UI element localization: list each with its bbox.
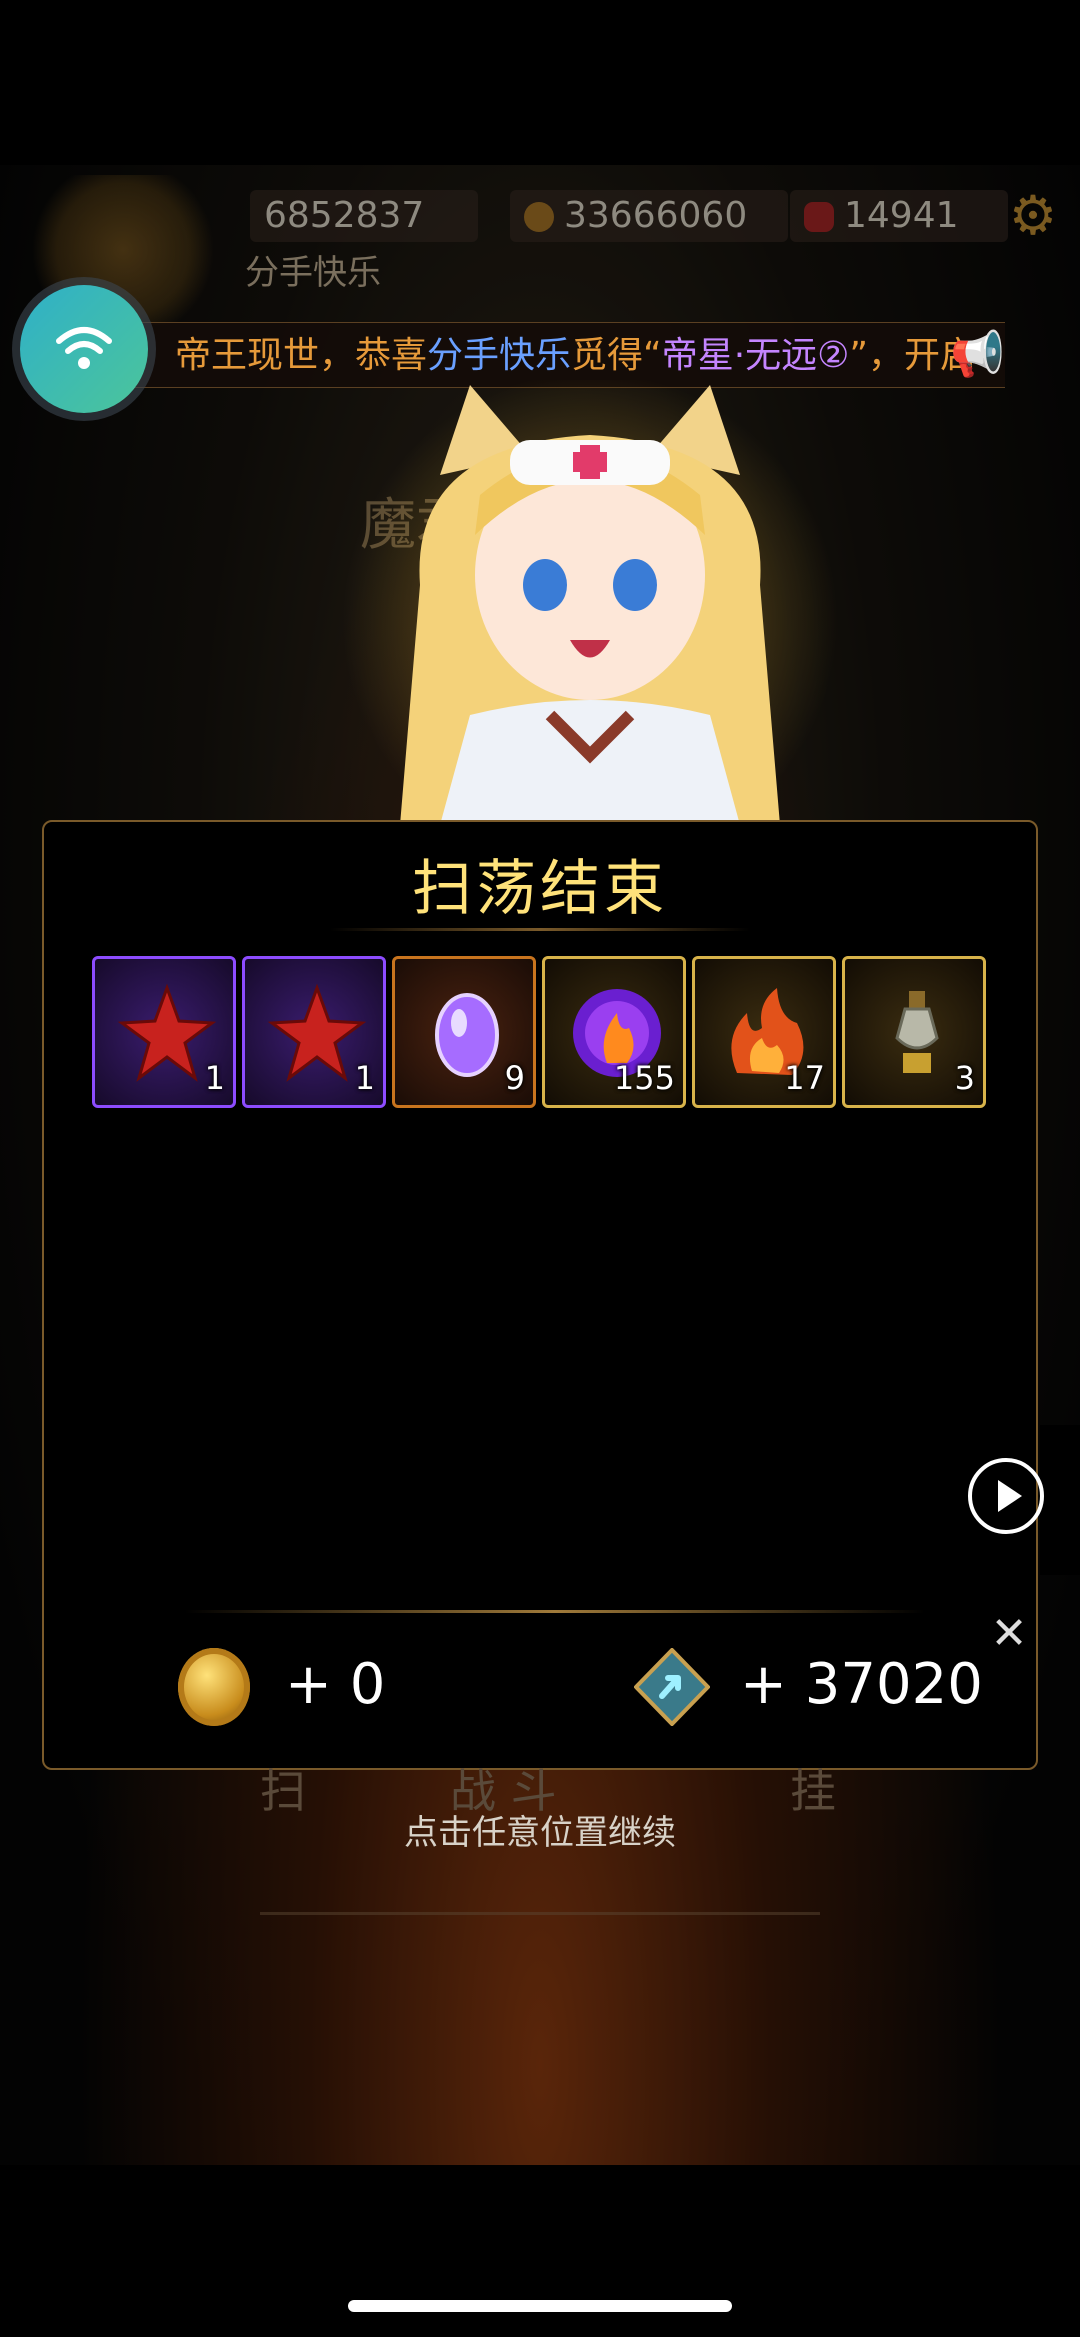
gold-coin-icon — [178, 1648, 250, 1726]
reward-item-slot[interactable]: 1 — [92, 956, 236, 1108]
item-count: 1 — [354, 1059, 375, 1097]
reward-item-slot[interactable]: 3 — [842, 956, 986, 1108]
gold-reward: + 0 — [285, 1652, 386, 1717]
exp-reward: + 37020 — [740, 1652, 983, 1717]
character-portrait — [400, 385, 780, 825]
play-video-button[interactable] — [968, 1458, 1044, 1534]
marquee-text-1: 帝王现世，恭喜 — [175, 335, 428, 376]
announcement-marquee: 帝王现世，恭喜分手快乐觅得“帝星·无远②”，开启 — [95, 322, 1005, 388]
dialog-title: 扫荡结束 — [412, 854, 668, 924]
continue-hint: 点击任意位置继续 — [404, 1813, 676, 1853]
marquee-item: 帝星·无远② — [661, 335, 850, 376]
experience-crystal-icon — [634, 1648, 710, 1726]
item-count: 9 — [504, 1059, 525, 1097]
red-gem-icon — [804, 202, 834, 232]
title-divider — [330, 928, 750, 931]
red-star-shard-icon — [267, 983, 367, 1082]
side-panel-tab — [1040, 1425, 1080, 1575]
wifi-icon[interactable] — [20, 285, 148, 413]
item-count: 17 — [784, 1059, 825, 1097]
purple-gem-icon — [435, 993, 499, 1077]
reward-item-slot[interactable]: 17 — [692, 956, 836, 1108]
reward-divider — [185, 1610, 925, 1613]
player-name: 分手快乐 — [245, 253, 381, 293]
gold-stat[interactable]: 33666060 — [510, 190, 788, 242]
item-count: 1 — [204, 1059, 225, 1097]
gem-value: 14941 — [844, 195, 959, 236]
reward-item-slot[interactable]: 9 — [392, 956, 536, 1108]
gold-value: 33666060 — [564, 195, 748, 236]
gold-coin-icon — [524, 202, 554, 232]
item-count: 155 — [613, 1059, 675, 1097]
reward-item-slot[interactable]: 1 — [242, 956, 386, 1108]
gear-icon[interactable]: ⚙ — [1005, 188, 1061, 244]
gem-stat[interactable]: 14941 — [790, 190, 1008, 242]
decorative-line — [260, 1912, 820, 1915]
reward-item-slot[interactable]: 155 — [542, 956, 686, 1108]
potion-flask-icon — [895, 991, 939, 1073]
power-stat: 6852837 — [250, 190, 478, 242]
marquee-player: 分手快乐 — [427, 335, 572, 376]
marquee-text-2: 觅得“ — [571, 335, 662, 376]
item-count: 3 — [954, 1059, 975, 1097]
home-indicator[interactable] — [348, 2300, 732, 2312]
close-icon[interactable]: ✕ — [986, 1608, 1032, 1659]
speaker-icon: 📢 — [950, 329, 1005, 380]
power-value: 6852837 — [264, 195, 425, 236]
red-star-shard-icon — [117, 983, 217, 1082]
